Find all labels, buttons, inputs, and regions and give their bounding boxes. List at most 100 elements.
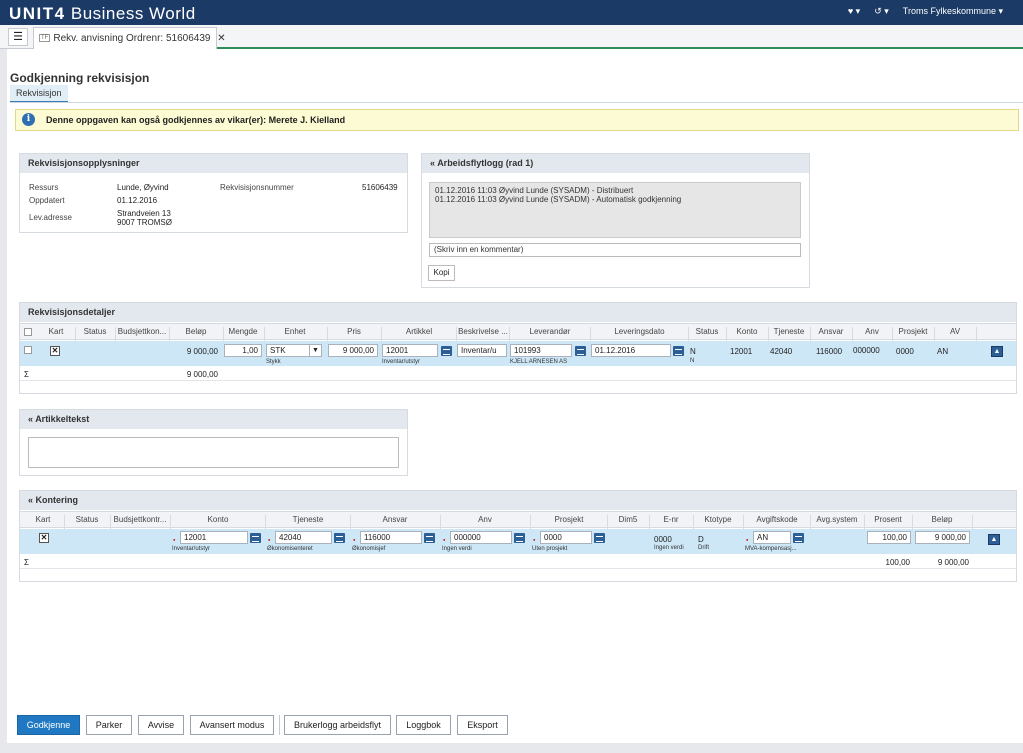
col-header[interactable]: Budsjettkontr...: [111, 515, 169, 524]
col-header[interactable]: Artikkel: [382, 327, 456, 336]
advanced-mode-button[interactable]: Avansert modus: [190, 715, 274, 735]
lookup-icon[interactable]: [250, 533, 261, 543]
pris-input[interactable]: 9 000,00: [328, 344, 378, 357]
col-header[interactable]: Kart: [24, 515, 62, 524]
col-header[interactable]: Ansvar: [811, 327, 851, 336]
col-header[interactable]: Status: [689, 327, 725, 336]
lookup-icon[interactable]: [793, 533, 804, 543]
userlog-button[interactable]: Brukerlogg arbeidsflyt: [284, 715, 391, 735]
arrow-up-icon[interactable]: ▲: [988, 534, 1000, 545]
anv-input[interactable]: 000000: [450, 531, 512, 544]
panel-title[interactable]: « Arbeidsflytlogg (rad 1): [422, 154, 809, 173]
table-row[interactable]: ✕ 9 000,00 1,00 STK ▼ Stykk 9 000,00 120…: [20, 341, 1016, 366]
avgiftskode-input[interactable]: AN: [753, 531, 791, 544]
lookup-icon[interactable]: [424, 533, 435, 543]
map-icon[interactable]: ✕: [39, 533, 49, 543]
col-header[interactable]: Beløp: [913, 515, 971, 524]
col-header[interactable]: Konto: [727, 327, 767, 336]
col-header[interactable]: Tjeneste: [769, 327, 809, 336]
table-row[interactable]: ✕ ● 12001 Inventar/utstyr ● 42040 Økonom…: [20, 529, 1016, 554]
col-header[interactable]: Status: [65, 515, 109, 524]
logbook-button[interactable]: Loggbok: [396, 715, 451, 735]
document-tab[interactable]: TF Rekv. anvisning Ordrenr: 51606439 ✕: [33, 27, 226, 49]
konto-input[interactable]: 12001: [180, 531, 248, 544]
select-all-checkbox[interactable]: [24, 328, 32, 336]
col-header[interactable]: Leveringsdato: [591, 327, 688, 336]
park-button[interactable]: Parker: [86, 715, 132, 735]
col-header[interactable]: Prosjekt: [531, 515, 607, 524]
col-header[interactable]: Ansvar: [351, 515, 439, 524]
comment-input[interactable]: (Skriv inn en kommentar): [429, 243, 801, 257]
leveringsdato-input[interactable]: 01.12.2016: [591, 344, 671, 357]
ansvar-input[interactable]: 116000: [360, 531, 422, 544]
details-panel: Rekvisisjonsdetaljer Kart Status Budsjet…: [19, 302, 1017, 394]
col-header[interactable]: Pris: [328, 327, 380, 336]
lookup-icon[interactable]: [575, 346, 586, 356]
row-checkbox[interactable]: [24, 346, 32, 354]
export-button[interactable]: Eksport: [457, 715, 508, 735]
col-header[interactable]: Dim5: [608, 515, 648, 524]
company-menu[interactable]: Troms Fylkeskommune ▾: [903, 6, 1003, 17]
arrow-up-icon[interactable]: ▲: [991, 346, 1003, 357]
rekvnr-label: Rekvisisjonsnummer: [220, 183, 294, 192]
artikkeltekst-panel: « Artikkeltekst: [19, 409, 408, 476]
col-header[interactable]: AV: [935, 327, 975, 336]
mengde-input[interactable]: 1,00: [224, 344, 262, 357]
calendar-icon[interactable]: [673, 346, 684, 356]
artikkel-input[interactable]: 12001: [382, 344, 438, 357]
artikkeltekst-textarea[interactable]: [28, 437, 399, 468]
lookup-icon[interactable]: [441, 346, 452, 356]
avgiftskode-sub: MVA-kompensasj...: [745, 546, 797, 552]
col-header[interactable]: E-nr: [650, 515, 692, 524]
col-header[interactable]: Konto: [171, 515, 265, 524]
workflow-log-text: 01.12.2016 11:03 Øyvind Lunde (SYSADM) -…: [429, 182, 801, 238]
col-header[interactable]: Tjeneste: [266, 515, 350, 524]
approve-button[interactable]: Godkjenne: [17, 715, 80, 735]
chevron-down-icon[interactable]: ▼: [310, 344, 322, 357]
copy-button[interactable]: Kopi: [428, 265, 455, 281]
col-header[interactable]: Avg.system: [811, 515, 863, 524]
app-logo[interactable]: UNIT4 Business World: [9, 4, 196, 24]
prosent-input[interactable]: 100,00: [867, 531, 911, 544]
levadresse-label: Lev.adresse: [29, 213, 72, 222]
favorites-menu[interactable]: ♥ ▾: [848, 6, 860, 17]
oppdatert-label: Oppdatert: [29, 196, 65, 205]
col-header[interactable]: Enhet: [265, 327, 325, 336]
col-header[interactable]: Beskrivelse ...: [457, 327, 509, 336]
prosjekt-input[interactable]: 0000: [540, 531, 592, 544]
col-header[interactable]: Ktotype: [694, 515, 742, 524]
status-sub: N: [690, 358, 695, 364]
ansvar-cell: 116000: [816, 347, 843, 356]
col-header[interactable]: Anv: [853, 327, 891, 336]
history-menu[interactable]: ↺ ▾: [874, 6, 889, 17]
panel-title[interactable]: « Artikkeltekst: [20, 410, 407, 429]
col-header[interactable]: Beløp: [170, 327, 222, 336]
col-header[interactable]: Status: [76, 327, 114, 336]
info-text: Denne oppgaven kan også godkjennes av vi…: [46, 115, 346, 125]
belop-input[interactable]: 9 000,00: [915, 531, 970, 544]
lookup-icon[interactable]: [334, 533, 345, 543]
close-icon[interactable]: ✕: [217, 33, 225, 44]
reject-button[interactable]: Avvise: [138, 715, 184, 735]
col-header[interactable]: Avgiftskode: [744, 515, 810, 524]
tjeneste-input[interactable]: 42040: [275, 531, 332, 544]
main-menu-button[interactable]: ☰: [8, 28, 28, 46]
col-header[interactable]: Mengde: [224, 327, 262, 336]
map-icon[interactable]: ✕: [50, 346, 60, 356]
col-header[interactable]: Anv: [441, 515, 529, 524]
col-header[interactable]: Leverandør: [510, 327, 590, 336]
col-header[interactable]: Budsjettkon...: [116, 327, 168, 336]
ktotype-cell: D: [698, 535, 704, 544]
enhet-select[interactable]: STK: [266, 344, 310, 357]
col-header[interactable]: Prosjekt: [893, 327, 933, 336]
beskrivelse-input[interactable]: Inventar/u: [457, 344, 507, 357]
lookup-icon[interactable]: [594, 533, 605, 543]
col-header[interactable]: Kart: [44, 327, 68, 336]
levadresse-line2: 9007 TROMSØ: [117, 218, 172, 227]
list-icon: ☰: [13, 31, 23, 43]
panel-title[interactable]: « Kontering: [20, 491, 1016, 510]
leverandor-input[interactable]: 101993: [510, 344, 572, 357]
col-header[interactable]: Prosent: [865, 515, 911, 524]
lookup-icon[interactable]: [514, 533, 525, 543]
tab-rekvisisjon[interactable]: Rekvisisjon: [10, 85, 68, 103]
